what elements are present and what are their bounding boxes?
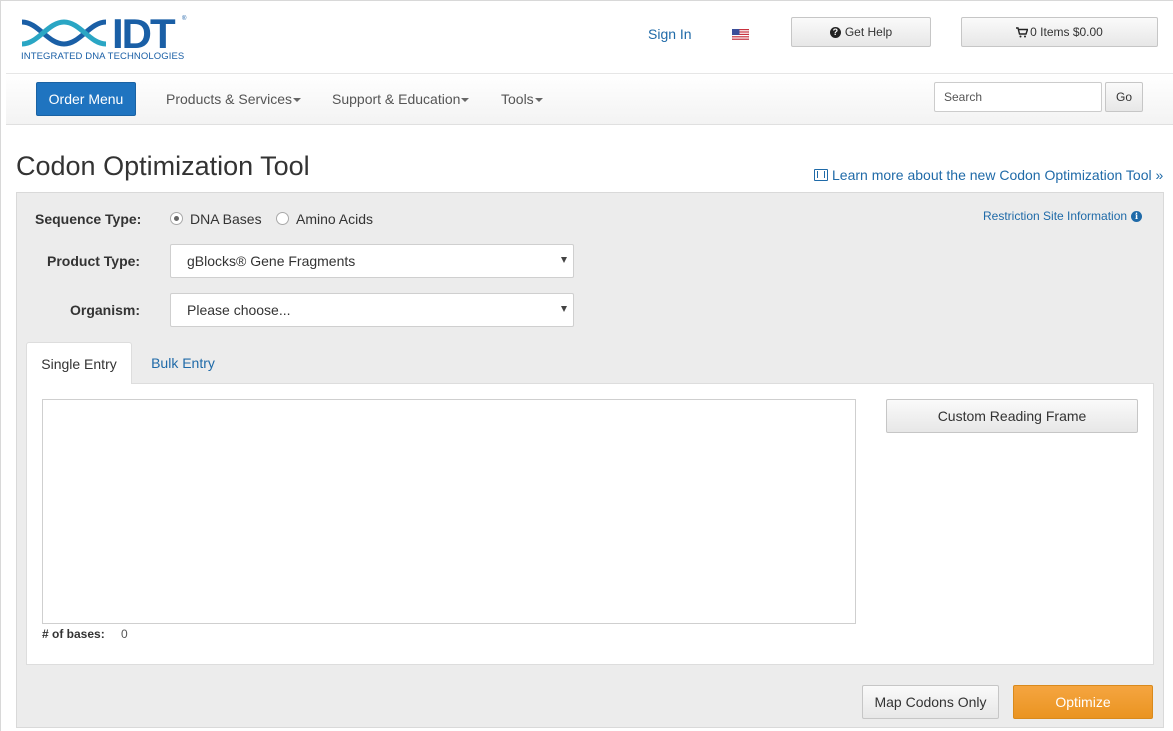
organism-label: Organism: (70, 302, 141, 318)
product-type-label: Product Type: (47, 253, 141, 269)
search-go-button[interactable]: Go (1105, 82, 1143, 112)
us-flag-icon[interactable] (732, 29, 749, 40)
dna-bases-radio[interactable] (170, 212, 183, 225)
learn-more-link[interactable]: Learn more about the new Codon Optimizat… (814, 167, 1163, 183)
bases-count-value: 0 (121, 627, 128, 641)
amino-acids-label[interactable]: Amino Acids (296, 211, 373, 227)
nav-tools-label: Tools (501, 91, 534, 107)
film-icon (814, 169, 828, 181)
cart-button[interactable]: 0 Items $0.00 (961, 17, 1158, 47)
get-help-button[interactable]: ? Get Help (791, 17, 931, 47)
sign-in-link[interactable]: Sign In (648, 26, 692, 42)
cart-label: 0 Items $0.00 (1030, 25, 1103, 39)
caret-down-icon (293, 98, 302, 103)
restriction-site-label: Restriction Site Information (983, 209, 1128, 223)
amino-acids-radio[interactable] (276, 212, 289, 225)
nav-support-label: Support & Education (332, 91, 461, 107)
page-title: Codon Optimization Tool (16, 151, 310, 181)
nav-support-education[interactable]: Support & Education (332, 91, 470, 107)
nav-products-services[interactable]: Products & Services (166, 91, 302, 107)
question-circle-icon: ? (829, 26, 841, 38)
restriction-site-link[interactable]: Restriction Site Information i (983, 209, 1143, 223)
optimize-button[interactable]: Optimize (1013, 685, 1153, 719)
organism-select[interactable]: Please choose... (170, 293, 574, 327)
learn-more-label: Learn more about the new Codon Optimizat… (832, 167, 1164, 183)
sequence-type-label: Sequence Type: (35, 211, 142, 227)
caret-down-icon (534, 98, 543, 103)
dna-bases-label[interactable]: DNA Bases (190, 211, 262, 227)
tab-bulk-entry[interactable]: Bulk Entry (137, 342, 229, 384)
shopping-cart-icon (1016, 26, 1029, 37)
logo-subtitle: INTEGRATED DNA TECHNOLOGIES (21, 51, 185, 62)
organism-value: Please choose... (187, 302, 291, 318)
caret-down-icon (461, 98, 470, 103)
logo-text: IDT (112, 12, 176, 52)
bases-count-label: # of bases: (42, 627, 105, 641)
tab-single-entry[interactable]: Single Entry (26, 342, 132, 384)
nav-tools[interactable]: Tools (501, 91, 543, 107)
get-help-label: Get Help (844, 25, 893, 39)
dropdown-arrow-icon (561, 257, 567, 263)
search-input[interactable] (934, 82, 1102, 112)
product-type-select[interactable]: gBlocks® Gene Fragments (170, 244, 574, 278)
sequence-input[interactable] (42, 399, 856, 624)
order-menu-button[interactable]: Order Menu (36, 82, 136, 116)
info-icon: i (1131, 210, 1143, 222)
svg-text:®: ® (182, 15, 187, 22)
product-type-value: gBlocks® Gene Fragments (187, 253, 356, 269)
nav-products-label: Products & Services (166, 91, 293, 107)
map-codons-button[interactable]: Map Codons Only (862, 685, 999, 719)
dropdown-arrow-icon (561, 306, 567, 312)
custom-reading-frame-button[interactable]: Custom Reading Frame (886, 399, 1138, 433)
